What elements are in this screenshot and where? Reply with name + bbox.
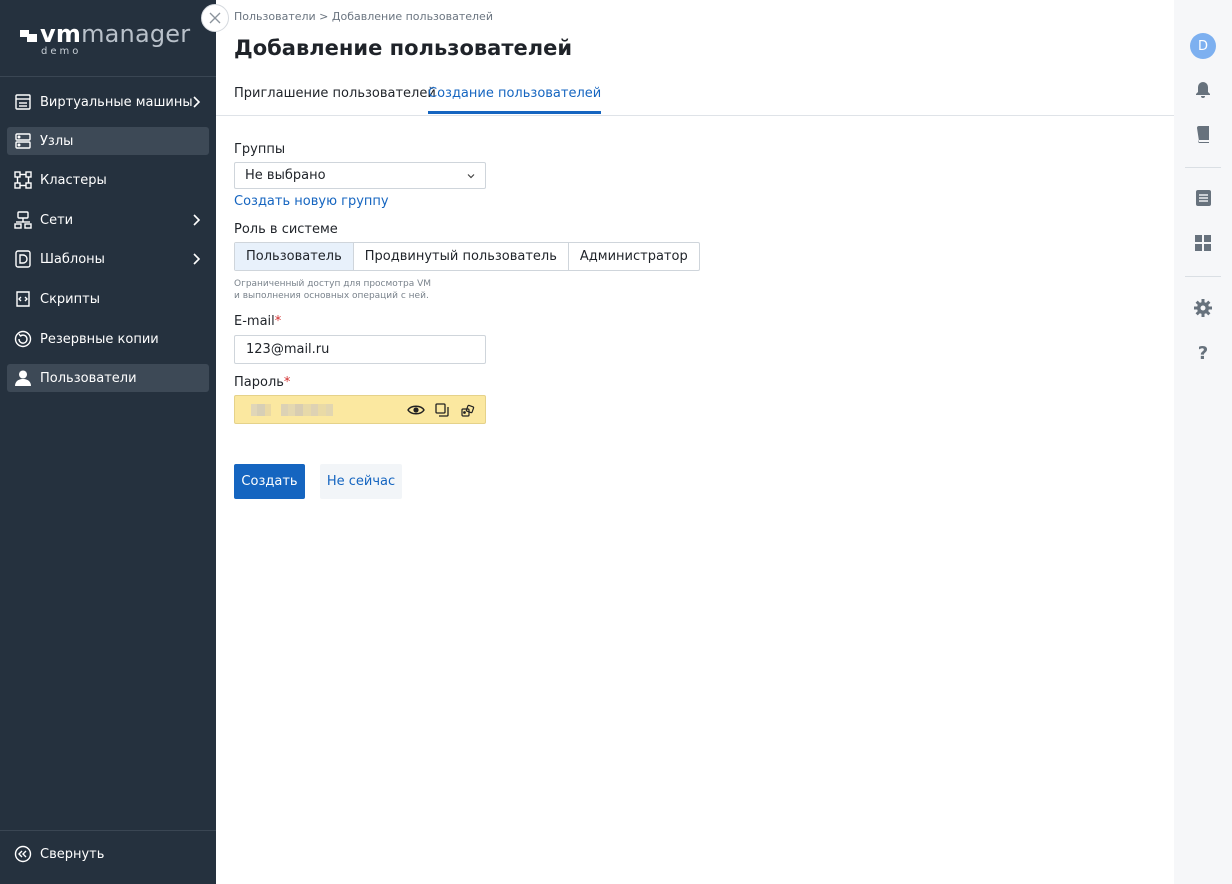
create-button[interactable]: Создать	[234, 464, 305, 499]
sidebar-item-templates[interactable]: Шаблоны	[7, 245, 209, 273]
logo-mark-icon	[20, 30, 37, 42]
templates-icon	[13, 249, 33, 269]
role-hint: Ограниченный доступ для просмотра VM и в…	[234, 278, 431, 302]
email-label: E-mail*	[234, 314, 282, 329]
sidebar-item-label: Пользователи	[40, 370, 137, 386]
sidebar-divider	[0, 76, 216, 77]
password-field[interactable]	[234, 395, 486, 424]
sidebar-item-backups[interactable]: Резервные копии	[7, 325, 209, 353]
sidebar-divider	[0, 830, 216, 831]
groups-label: Группы	[234, 142, 286, 157]
sidebar-item-nodes[interactable]: Узлы	[7, 127, 209, 155]
sidebar-item-label: Виртуальные машины	[40, 94, 193, 110]
sidebar-item-label: Скрипты	[40, 291, 100, 307]
not-now-button[interactable]: Не сейчас	[320, 464, 402, 499]
role-advanced-user-button[interactable]: Продвинутый пользователь	[354, 243, 569, 270]
right-rail: D ?	[1174, 0, 1232, 884]
tab-invite-users[interactable]: Приглашение пользователей	[234, 86, 436, 111]
groups-select-value: Не выбрано	[245, 168, 326, 183]
nodes-icon	[13, 131, 33, 151]
sidebar-item-scripts[interactable]: Скрипты	[7, 285, 209, 313]
sidebar-item-virtual-machines[interactable]: Виртуальные машины	[7, 88, 209, 116]
help-icon[interactable]: ?	[1192, 342, 1214, 364]
logo-subtitle: demo	[41, 46, 82, 57]
backup-icon	[13, 329, 33, 349]
rail-divider	[1185, 167, 1221, 168]
password-label: Пароль*	[234, 375, 291, 390]
chevron-down-icon	[467, 174, 475, 179]
role-hint-line: и выполнения основных операций с ней.	[234, 291, 429, 301]
sidebar-item-label: Кластеры	[40, 172, 107, 188]
logo-text: vmmanager	[40, 20, 191, 48]
password-actions	[407, 402, 477, 418]
sidebar-item-label: Шаблоны	[40, 251, 105, 267]
sidebar-item-label: Сети	[40, 212, 74, 228]
page-title: Добавление пользователей	[234, 36, 573, 60]
eye-icon[interactable]	[407, 402, 425, 418]
sidebar: vmmanager demo Виртуальные машины Узлы К…	[0, 0, 216, 884]
copy-icon[interactable]	[433, 402, 451, 418]
rail-divider	[1185, 276, 1221, 277]
email-field[interactable]: 123@mail.ru	[234, 335, 486, 364]
document-icon[interactable]	[1192, 187, 1214, 209]
chevron-right-icon	[193, 214, 201, 226]
role-hint-line: Ограниченный доступ для просмотра VM	[234, 279, 432, 289]
breadcrumb[interactable]: Пользователи > Добавление пользователей	[234, 10, 493, 23]
email-field-value: 123@mail.ru	[246, 342, 330, 357]
masked-password	[251, 404, 333, 416]
role-selector: Пользователь Продвинутый пользователь Ад…	[234, 242, 700, 271]
role-user-button[interactable]: Пользователь	[235, 243, 354, 270]
role-admin-button[interactable]: Администратор	[569, 243, 699, 270]
collapse-sidebar-button[interactable]: Свернуть	[7, 840, 104, 868]
role-label: Роль в системе	[234, 222, 338, 237]
tab-create-users[interactable]: Создание пользователей	[428, 86, 602, 114]
book-icon[interactable]	[1192, 123, 1214, 145]
sidebar-item-users[interactable]: Пользователи	[7, 364, 209, 392]
tabs: Приглашение пользователей Создание польз…	[216, 78, 1174, 116]
bell-icon[interactable]	[1192, 79, 1214, 101]
gear-icon[interactable]	[1192, 297, 1214, 319]
sidebar-item-networks[interactable]: Сети	[7, 206, 209, 234]
scripts-icon	[13, 289, 33, 309]
generate-password-icon[interactable]	[459, 402, 477, 418]
create-group-link[interactable]: Создать новую группу	[234, 194, 389, 209]
clusters-icon	[13, 170, 33, 190]
sidebar-item-label: Резервные копии	[40, 331, 159, 347]
sidebar-item-label: Узлы	[40, 133, 74, 149]
avatar[interactable]: D	[1190, 33, 1216, 59]
dashboard-icon[interactable]	[1192, 232, 1214, 254]
sidebar-item-clusters[interactable]: Кластеры	[7, 166, 209, 194]
network-icon	[13, 210, 33, 230]
collapse-label: Свернуть	[40, 846, 105, 862]
groups-select[interactable]: Не выбрано	[234, 162, 486, 189]
chevron-right-icon	[193, 96, 201, 108]
chevron-right-icon	[193, 253, 201, 265]
collapse-icon	[13, 844, 33, 864]
vm-icon	[13, 92, 33, 112]
main-content: Пользователи > Добавление пользователей …	[216, 0, 1174, 884]
user-icon	[13, 368, 33, 388]
